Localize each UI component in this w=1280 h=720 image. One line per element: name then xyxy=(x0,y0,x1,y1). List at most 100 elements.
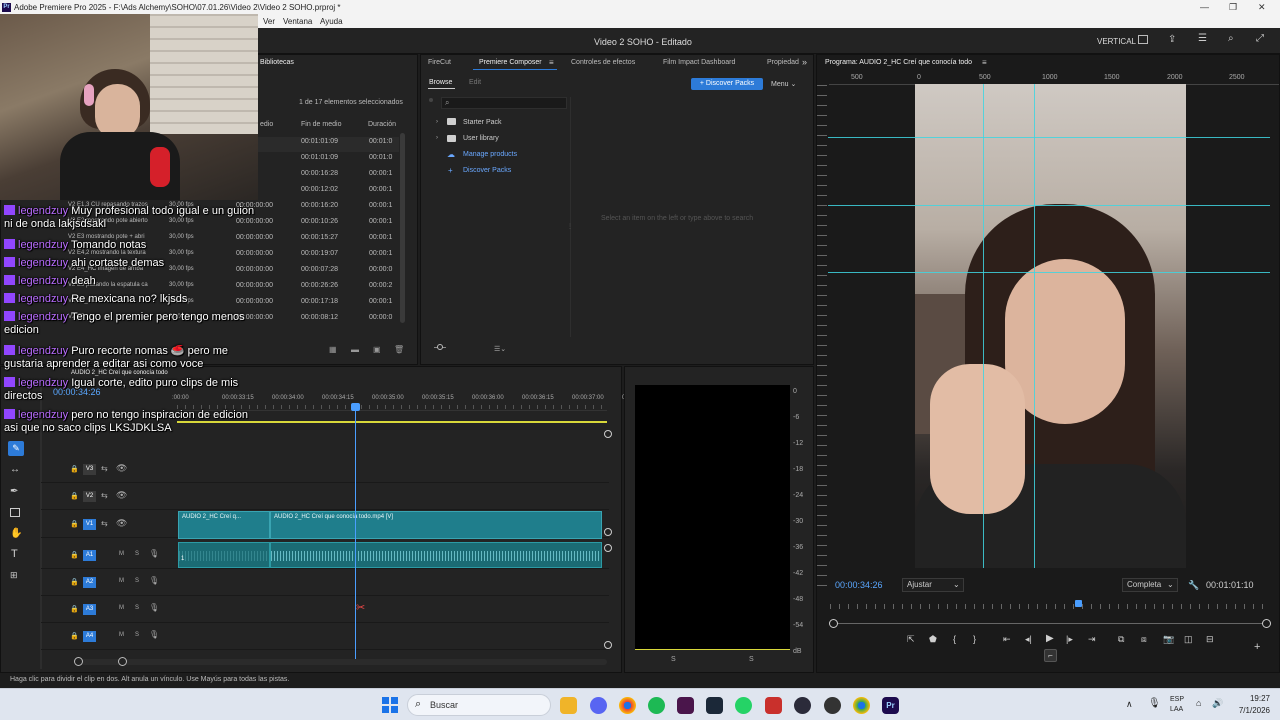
solo-button[interactable]: S xyxy=(135,605,139,611)
menu-ventana[interactable]: Ventana xyxy=(283,17,312,26)
panel-menu-icon[interactable]: ≡ xyxy=(982,58,987,67)
menu-ver[interactable]: Ver xyxy=(263,17,275,26)
track-target-v3[interactable]: V3 xyxy=(83,464,96,475)
play-icon[interactable]: ▶ xyxy=(1046,633,1054,644)
go-to-out-icon[interactable]: ⇥ xyxy=(1088,634,1096,645)
pen-icon[interactable]: ✒ xyxy=(10,486,18,497)
marker-icon[interactable]: ⬟ xyxy=(929,634,937,645)
fit-dropdown[interactable]: Ajustar ⌄ xyxy=(902,578,964,592)
new-bin-icon[interactable]: ▬ xyxy=(351,345,359,354)
track-target-a3[interactable]: A3 xyxy=(83,604,96,615)
tab-premiere-composer[interactable]: Premiere Composer xyxy=(479,59,542,66)
more-tabs-icon[interactable]: » xyxy=(802,57,807,67)
timeline-scrollbar[interactable] xyxy=(77,659,607,665)
windows-start-icon[interactable] xyxy=(382,697,398,713)
razor-tool-icon[interactable]: ✎ xyxy=(8,441,24,456)
search-icon[interactable]: ⌕ xyxy=(1228,33,1234,44)
lock-icon[interactable]: 🔒 xyxy=(70,520,79,528)
tab-controles-efectos[interactable]: Controles de efectos xyxy=(571,59,635,66)
quality-dropdown[interactable]: Completa ⌄ xyxy=(1122,578,1178,592)
close-icon[interactable]: ✕ xyxy=(1258,2,1266,13)
mark-out-icon[interactable]: } xyxy=(973,634,976,644)
sync-lock-icon[interactable]: ⇆ xyxy=(101,519,108,528)
minimize-icon[interactable]: — xyxy=(1200,2,1209,12)
tab-film-impact[interactable]: Film Impact Dashboard xyxy=(663,59,735,66)
github-icon[interactable] xyxy=(824,697,841,714)
camera-icon[interactable]: 📷 xyxy=(1163,634,1174,645)
chat-username[interactable]: legendzuy xyxy=(18,311,68,323)
extract-icon[interactable]: ⇱ xyxy=(907,634,915,645)
workspace-label[interactable]: VERTICAL xyxy=(1097,37,1136,46)
program-zoom-bar[interactable] xyxy=(833,623,1267,624)
audio-clip-2[interactable] xyxy=(270,542,602,568)
guide-horizontal-2[interactable] xyxy=(828,205,1270,206)
program-timecode[interactable]: 00:00:34:26 xyxy=(835,580,883,590)
step-forward-icon[interactable]: |▸ xyxy=(1066,634,1073,645)
eye-icon[interactable]: 👁 xyxy=(116,518,127,529)
vertical-scroll-bottom[interactable] xyxy=(604,641,612,649)
overwrite-icon[interactable]: ⧈ xyxy=(1141,634,1147,645)
lock-icon[interactable]: 🔒 xyxy=(70,632,79,640)
guide-vertical-2[interactable] xyxy=(1034,84,1035,568)
track-select-icon[interactable]: ↔ xyxy=(10,464,20,475)
lock-icon[interactable]: 🔒 xyxy=(70,492,79,500)
tab-edit[interactable]: Edit xyxy=(469,79,481,86)
track-target-v2[interactable]: V2 xyxy=(83,491,96,502)
track-target-v1[interactable]: V1 xyxy=(83,519,96,530)
sync-lock-icon[interactable]: ⇆ xyxy=(101,491,108,500)
premiere-taskbar-icon[interactable]: Pr xyxy=(882,697,899,714)
mute-button[interactable]: M xyxy=(119,551,124,557)
add-button-icon[interactable]: + xyxy=(1254,641,1260,653)
tray-chevron-icon[interactable]: ∧ xyxy=(1126,699,1133,710)
chat-username[interactable]: legendzuy xyxy=(18,257,68,269)
step-back-icon[interactable]: ◂| xyxy=(1025,634,1032,645)
vr-icon[interactable]: ⊟ xyxy=(1206,634,1214,645)
tab-firecut[interactable]: FireCut xyxy=(428,59,451,66)
wrench-icon[interactable]: 🔧 xyxy=(1188,580,1199,591)
hand-icon[interactable]: ✋ xyxy=(10,528,22,539)
fullscreen-icon[interactable]: ⤢ xyxy=(1256,33,1264,44)
lock-icon[interactable]: 🔒 xyxy=(70,551,79,559)
trim-icon[interactable]: ⌐ xyxy=(1044,649,1057,662)
program-title[interactable]: Programa: AUDIO 2_HC Creí que conocía to… xyxy=(825,59,972,66)
solo-button[interactable]: S xyxy=(135,551,139,557)
steam-icon[interactable] xyxy=(706,697,723,714)
solo-left[interactable]: S xyxy=(671,656,676,663)
guide-horizontal-1[interactable] xyxy=(828,137,1270,138)
obs-icon[interactable] xyxy=(794,697,811,714)
tab-bibliotecas[interactable]: Bibliotecas xyxy=(260,59,294,66)
vertical-scroll-audio[interactable] xyxy=(604,544,612,552)
column-duration[interactable]: Duración xyxy=(368,121,396,128)
file-explorer-icon[interactable] xyxy=(560,697,577,714)
quick-export-icon[interactable]: ☰ xyxy=(1198,33,1207,44)
vertical-scroll-mid[interactable] xyxy=(604,528,612,536)
mic-icon[interactable]: 🎙 xyxy=(149,630,159,639)
scroll-handle-left[interactable] xyxy=(74,657,83,666)
chat-username[interactable]: legendzuy xyxy=(18,293,68,305)
column-end[interactable]: Fin de medio xyxy=(301,121,341,128)
vertical-scroll-top[interactable] xyxy=(604,430,612,438)
recorder-icon[interactable] xyxy=(765,697,782,714)
solo-right[interactable]: S xyxy=(749,656,754,663)
track-target-a1[interactable]: A1 xyxy=(83,550,96,561)
eye-icon[interactable]: 👁 xyxy=(116,490,127,501)
share-icon[interactable]: ⇪ xyxy=(1168,34,1176,45)
chat-username[interactable]: legendzuy xyxy=(18,239,68,251)
lang-secondary[interactable]: LAA xyxy=(1170,706,1183,713)
menu-dropdown[interactable]: Menu ⌄ xyxy=(771,80,796,88)
video-clip-1[interactable]: AUDIO 2_HC Creí q... xyxy=(178,511,270,539)
project-scrollbar[interactable] xyxy=(400,133,405,323)
chat-username[interactable]: legendzuy xyxy=(18,409,68,421)
mark-in-icon[interactable]: { xyxy=(953,634,956,644)
track-target-a2[interactable]: A2 xyxy=(83,577,96,588)
clock-date[interactable]: 7/1/2026 xyxy=(1228,706,1270,715)
resize-handle-icon[interactable]: ⋮ xyxy=(567,223,573,230)
guide-vertical-1[interactable] xyxy=(983,84,984,568)
lock-icon[interactable]: 🔒 xyxy=(70,578,79,586)
chat-username[interactable]: legendzuy xyxy=(18,377,68,389)
mic-icon[interactable]: 🎙 xyxy=(149,603,159,612)
mute-button[interactable]: M xyxy=(119,578,124,584)
caption-icon[interactable]: ⊞ xyxy=(10,570,18,581)
insert-icon[interactable]: ⧉ xyxy=(1118,634,1124,645)
eye-icon[interactable]: 👁 xyxy=(116,463,127,474)
